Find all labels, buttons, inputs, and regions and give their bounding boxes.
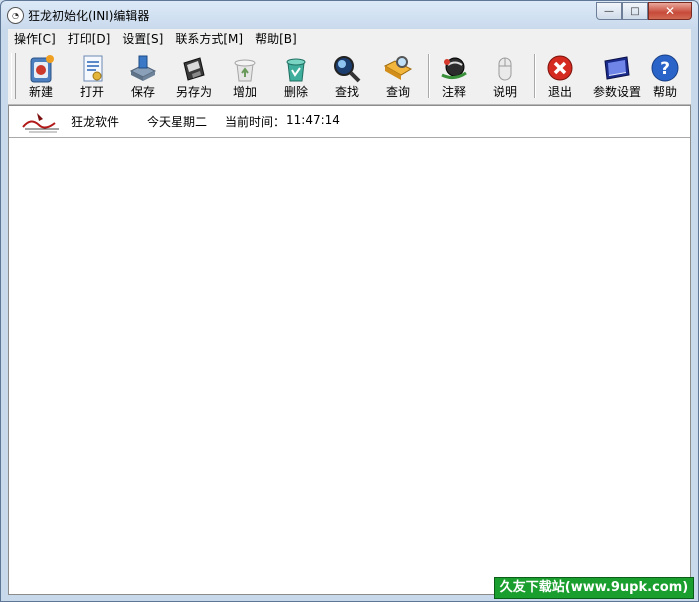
app-icon[interactable]: ◔ [7,7,24,24]
save-disk-icon [129,55,157,81]
toolbar: 新建 打开 保存 另存为 增加 删除 查找 查询 注释 说明 退出 参数设置 ?… [8,49,691,105]
editor-area[interactable]: 狂龙软件 今天星期二 当前时间： 11:47:14 [8,105,691,595]
help-label: 帮助 [652,85,677,99]
open-file-icon [83,55,103,82]
find-button[interactable]: 查找 [322,52,372,102]
menu-help[interactable]: 帮助[B] [249,29,303,49]
app-window: ◔ 狂龙初始化(INI)编辑器 — □ ✕ 操作[C] 打印[D] 设置[S] … [0,0,699,602]
brand-name: 狂龙软件 [71,115,120,129]
query-label: 查询 [385,85,410,99]
new-button[interactable]: 新建 [16,52,66,102]
monitor-settings-icon [604,56,630,80]
magnifier-icon [334,56,361,83]
mouse-icon [498,57,512,81]
add-button[interactable]: 增加 [220,52,270,102]
find-label: 查找 [334,85,359,99]
save-as-button[interactable]: 另存为 [169,52,219,102]
exit-label: 退出 [547,85,572,99]
help-button[interactable]: ? 帮助 [640,52,690,102]
save-button[interactable]: 保存 [118,52,168,102]
comment-label: 注释 [441,85,466,99]
instructions-button[interactable]: 说明 [480,52,530,102]
parameter-settings-button[interactable]: 参数设置 [588,52,646,102]
save-label: 保存 [130,85,155,99]
menu-settings[interactable]: 设置[S] [116,29,169,49]
delete-label: 删除 [283,85,308,99]
caption-buttons: — □ ✕ [596,2,692,20]
query-button[interactable]: 查询 [373,52,423,102]
title-bar[interactable]: ◔ 狂龙初始化(INI)编辑器 — □ ✕ [1,1,698,29]
save-as-label: 另存为 [175,85,212,99]
minimize-button[interactable]: — [596,2,622,20]
comment-button[interactable]: 注释 [429,52,479,102]
parameter-settings-label: 参数设置 [592,85,641,99]
save-as-icon [183,57,205,81]
svg-text:?: ? [660,59,670,79]
weekday-text: 今天星期二 [147,115,208,129]
exit-x-icon [547,55,573,81]
comment-globe-icon [441,57,467,80]
query-folder-icon [383,56,413,80]
time-label: 当前时间： [225,115,286,129]
instructions-label: 说明 [492,85,517,99]
new-label: 新建 [28,85,53,99]
watermark-banner: 久友下载站(www.9upk.com) [494,577,694,599]
exit-button[interactable]: 退出 [535,52,585,102]
brand-logo [22,113,59,133]
menu-operate[interactable]: 操作[C] [8,29,62,49]
menu-bar: 操作[C] 打印[D] 设置[S] 联系方式[M] 帮助[B] [8,29,691,50]
window-title: 狂龙初始化(INI)编辑器 [28,9,150,23]
menu-contact[interactable]: 联系方式[M] [169,29,249,49]
new-file-icon [30,55,54,83]
delete-button[interactable]: 删除 [271,52,321,102]
maximize-button[interactable]: □ [622,2,648,20]
help-icon: ? [651,54,679,82]
close-button[interactable]: ✕ [648,2,692,20]
recycle-bin-icon [286,58,306,82]
add-label: 增加 [232,85,257,99]
menu-print[interactable]: 打印[D] [62,29,117,49]
add-icon [234,59,256,82]
open-label: 打开 [79,85,104,99]
info-bar: 狂龙软件 今天星期二 当前时间： 11:47:14 [9,106,690,138]
current-time: 11:47:14 [286,113,340,127]
open-button[interactable]: 打开 [67,52,117,102]
